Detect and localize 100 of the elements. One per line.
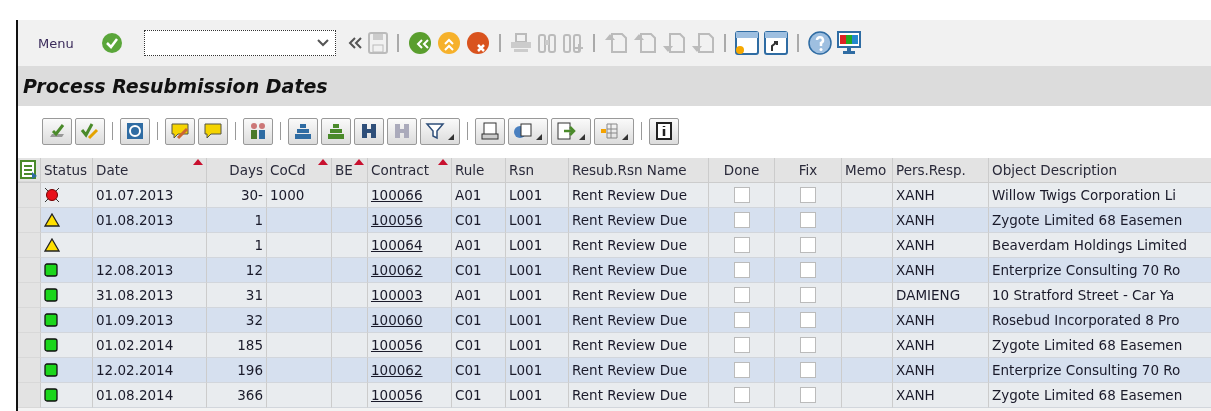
row-selector[interactable] [18,383,41,408]
checkbox[interactable] [800,262,816,278]
column-header[interactable]: Fix [775,158,842,182]
checkbox[interactable] [800,337,816,353]
export-button[interactable] [551,117,591,145]
sort-descending-button[interactable] [321,117,351,145]
checkbox[interactable] [733,237,750,253]
row-selector[interactable] [18,283,41,308]
table-cell: 12.02.2014 [93,358,207,383]
shortcut-window-icon[interactable] [763,31,788,55]
page-up-icon[interactable] [603,32,628,54]
people-icon [248,121,268,141]
checkbox[interactable] [800,187,816,203]
row-selector[interactable] [18,358,41,383]
column-header[interactable]: Status [41,158,93,182]
table-cell: L001 [506,308,569,333]
contract-link[interactable]: 100003 [371,287,423,303]
contract-link[interactable]: 100062 [371,262,423,278]
column-header[interactable]: BE [332,158,368,182]
views-button[interactable] [508,117,548,145]
edit-check-button[interactable] [75,117,105,145]
table-cell: 01.08.2013 [93,208,207,233]
print-icon[interactable] [509,32,532,54]
checkbox[interactable] [800,362,816,378]
checkbox[interactable] [733,287,750,303]
note-pencil-button[interactable] [165,117,195,145]
column-header[interactable]: CoCd [267,158,332,182]
column-header[interactable]: Memo [842,158,893,182]
layout-button[interactable] [594,117,634,145]
row-selector[interactable] [18,333,41,358]
page-up-icon[interactable] [632,32,657,54]
contract-link[interactable]: 100056 [371,337,423,353]
info-icon [654,121,674,141]
column-header[interactable]: Date [93,158,207,182]
checkbox[interactable] [800,312,816,328]
table-cell: XANH [893,183,989,208]
table-cell [267,333,332,358]
column-header[interactable]: Resub.Rsn Name [569,158,709,182]
monitor-icon[interactable] [836,31,861,55]
back-icon[interactable] [407,31,432,55]
contract-link[interactable]: 100056 [371,387,423,403]
table-cell: Rent Review Due [569,183,709,208]
table-cell: L001 [506,283,569,308]
contract-link[interactable]: 100064 [371,237,423,253]
row-selector[interactable] [18,208,41,233]
exit-icon[interactable] [436,31,461,55]
row-selector[interactable] [18,258,41,283]
command-field[interactable] [143,30,336,56]
table-cell: Rent Review Due [569,308,709,333]
note-button[interactable] [198,117,228,145]
cancel-icon[interactable] [465,31,490,55]
contract-link[interactable]: 100066 [371,187,423,203]
help-icon[interactable] [807,31,832,55]
column-header[interactable]: Contract [368,158,452,182]
table-cell: Zygote Limited 68 Easemen [989,208,1211,233]
table-cell: C01 [452,383,506,408]
table-cell: Rent Review Due [569,358,709,383]
checkbox[interactable] [733,262,750,278]
row-selector[interactable] [18,308,41,333]
checkbox[interactable] [800,212,816,228]
column-header[interactable]: Rsn [506,158,569,182]
checkbox[interactable] [733,362,750,378]
row-selector[interactable] [18,233,41,258]
table-cell: 01.02.2014 [93,333,207,358]
menu-button[interactable]: Menu [38,35,74,51]
checkbox[interactable] [800,387,816,403]
print-preview-button[interactable] [475,117,505,145]
checkbox[interactable] [733,387,750,403]
page-down-icon[interactable] [690,32,715,54]
column-header[interactable]: Pers.Resp. [893,158,989,182]
checkbox[interactable] [800,237,816,253]
new-window-icon[interactable] [734,31,759,55]
people-button[interactable] [243,117,273,145]
column-header[interactable]: Object Description [989,158,1211,182]
column-header[interactable]: Done [709,158,775,182]
enter-icon[interactable] [100,32,123,54]
filter-button[interactable] [420,117,460,145]
chevron-down-icon[interactable] [316,39,329,47]
checkbox[interactable] [733,212,750,228]
contract-link[interactable]: 100060 [371,312,423,328]
checkbox[interactable] [800,287,816,303]
page-down-icon[interactable] [661,32,686,54]
checkbox[interactable] [733,187,750,203]
export-icon [556,121,576,141]
column-header[interactable]: Days [207,158,267,182]
sort-ascending-button[interactable] [288,117,318,145]
column-header[interactable]: Rule [452,158,506,182]
double-chevron-icon[interactable] [346,36,363,50]
checkbox[interactable] [733,337,750,353]
contract-link[interactable]: 100062 [371,362,423,378]
refresh-button[interactable] [120,117,150,145]
checkbox[interactable] [733,312,750,328]
table-cell: 32 [207,308,267,333]
table-cell: L001 [506,183,569,208]
table-cell: C01 [452,333,506,358]
info-button[interactable] [649,117,679,145]
approve-button[interactable] [42,117,72,145]
table-cell: XANH [893,333,989,358]
edit-check-icon [80,121,100,141]
contract-link[interactable]: 100056 [371,212,423,228]
